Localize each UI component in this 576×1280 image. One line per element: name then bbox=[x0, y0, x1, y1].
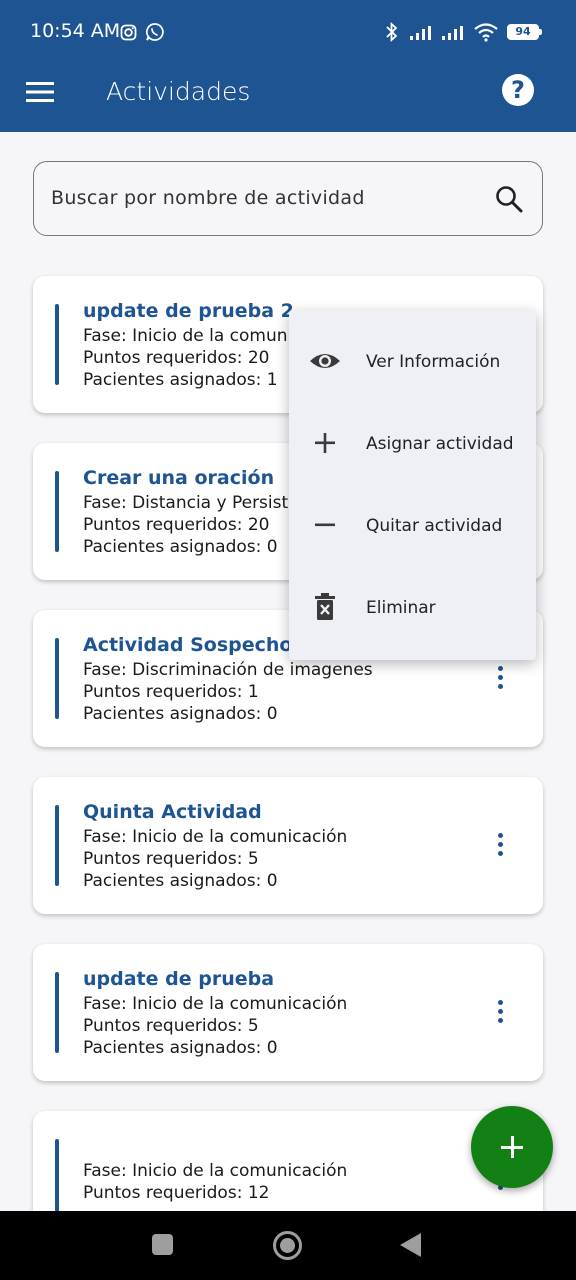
activity-points: Puntos requeridos: 12 bbox=[83, 1183, 270, 1203]
eye-icon bbox=[310, 354, 340, 368]
activity-phase: Fase: Inicio de la comunicación bbox=[83, 994, 348, 1014]
more-options-icon[interactable] bbox=[496, 666, 504, 692]
battery-level: 94 bbox=[515, 25, 531, 38]
battery-tip bbox=[539, 29, 542, 35]
activity-patients: Pacientes asignados: 0 bbox=[83, 537, 278, 557]
activity-title: Quinta Actividad bbox=[83, 801, 262, 823]
activity-points: Puntos requeridos: 1 bbox=[83, 682, 259, 702]
whatsapp-icon bbox=[146, 23, 164, 41]
home-icon[interactable] bbox=[273, 1231, 302, 1260]
activity-points: Puntos requeridos: 20 bbox=[83, 515, 270, 535]
activity-patients: Pacientes asignados: 0 bbox=[83, 704, 278, 724]
instagram-icon bbox=[120, 24, 137, 41]
menu-item-label: Eliminar bbox=[366, 598, 436, 618]
menu-item-label: Asignar actividad bbox=[366, 434, 514, 454]
minus-icon bbox=[315, 523, 335, 527]
menu-item-ver-informacion[interactable]: Ver Información bbox=[289, 320, 536, 402]
more-options-icon[interactable] bbox=[496, 833, 504, 859]
bluetooth-icon bbox=[386, 22, 398, 42]
menu-item-quitar-actividad[interactable]: Quitar actividad bbox=[289, 484, 536, 566]
battery-icon: 94 bbox=[507, 24, 539, 40]
search-icon[interactable] bbox=[494, 184, 524, 214]
search-input[interactable]: Buscar por nombre de actividad bbox=[33, 161, 543, 236]
signal-icon bbox=[442, 26, 463, 40]
status-bar: 10:54 AM 94 bbox=[0, 0, 576, 64]
wifi-icon bbox=[474, 23, 498, 42]
menu-item-asignar-actividad[interactable]: Asignar actividad bbox=[289, 402, 536, 484]
system-nav-bar bbox=[0, 1211, 576, 1280]
context-menu: Ver Información Asignar actividad Quitar… bbox=[289, 310, 536, 660]
activity-points: Puntos requeridos: 5 bbox=[83, 849, 259, 869]
menu-item-label: Quitar actividad bbox=[366, 516, 503, 536]
app-bar: Actividades ? bbox=[0, 64, 576, 132]
trash-icon bbox=[315, 593, 335, 620]
activity-phase: Fase: Inicio de la comunicación bbox=[83, 827, 348, 847]
activity-patients: Pacientes asignados: 1 bbox=[83, 370, 278, 390]
menu-item-label: Ver Información bbox=[366, 352, 501, 372]
card-accent-bar bbox=[55, 471, 59, 552]
activity-phase: Fase: Discriminación de imagenes bbox=[83, 660, 373, 680]
menu-item-eliminar[interactable]: Eliminar bbox=[289, 566, 536, 648]
more-options-icon[interactable] bbox=[496, 1000, 504, 1026]
activity-title: update de prueba 2 bbox=[83, 300, 294, 322]
activity-title: update de prueba bbox=[83, 968, 275, 990]
activity-phase: Fase: Inicio de la comunicación bbox=[83, 1161, 348, 1181]
activity-card[interactable]: update de prueba Fase: Inicio de la comu… bbox=[33, 944, 543, 1081]
recents-icon[interactable] bbox=[152, 1234, 173, 1255]
card-accent-bar bbox=[55, 805, 59, 886]
activity-patients: Pacientes asignados: 0 bbox=[83, 1038, 278, 1058]
help-icon[interactable]: ? bbox=[502, 74, 534, 106]
card-accent-bar bbox=[55, 304, 59, 385]
activity-title: Crear una oración bbox=[83, 467, 275, 489]
activity-points: Puntos requeridos: 5 bbox=[83, 1016, 259, 1036]
add-activity-button[interactable] bbox=[471, 1106, 553, 1188]
card-accent-bar bbox=[55, 1139, 59, 1220]
card-accent-bar bbox=[55, 972, 59, 1053]
activity-points: Puntos requeridos: 20 bbox=[83, 348, 270, 368]
activity-patients: Pacientes asignados: 0 bbox=[83, 871, 278, 891]
status-time: 10:54 AM bbox=[30, 20, 121, 42]
search-placeholder: Buscar por nombre de actividad bbox=[51, 187, 365, 209]
back-icon[interactable] bbox=[400, 1233, 421, 1257]
page-title: Actividades bbox=[106, 77, 251, 106]
activity-card[interactable]: Quinta Actividad Fase: Inicio de la comu… bbox=[33, 777, 543, 914]
signal-icon bbox=[410, 26, 431, 40]
plus-icon bbox=[315, 433, 335, 453]
activity-title: Actividad Sospechosa bbox=[83, 634, 317, 656]
card-accent-bar bbox=[55, 638, 59, 719]
menu-icon[interactable] bbox=[26, 80, 56, 104]
